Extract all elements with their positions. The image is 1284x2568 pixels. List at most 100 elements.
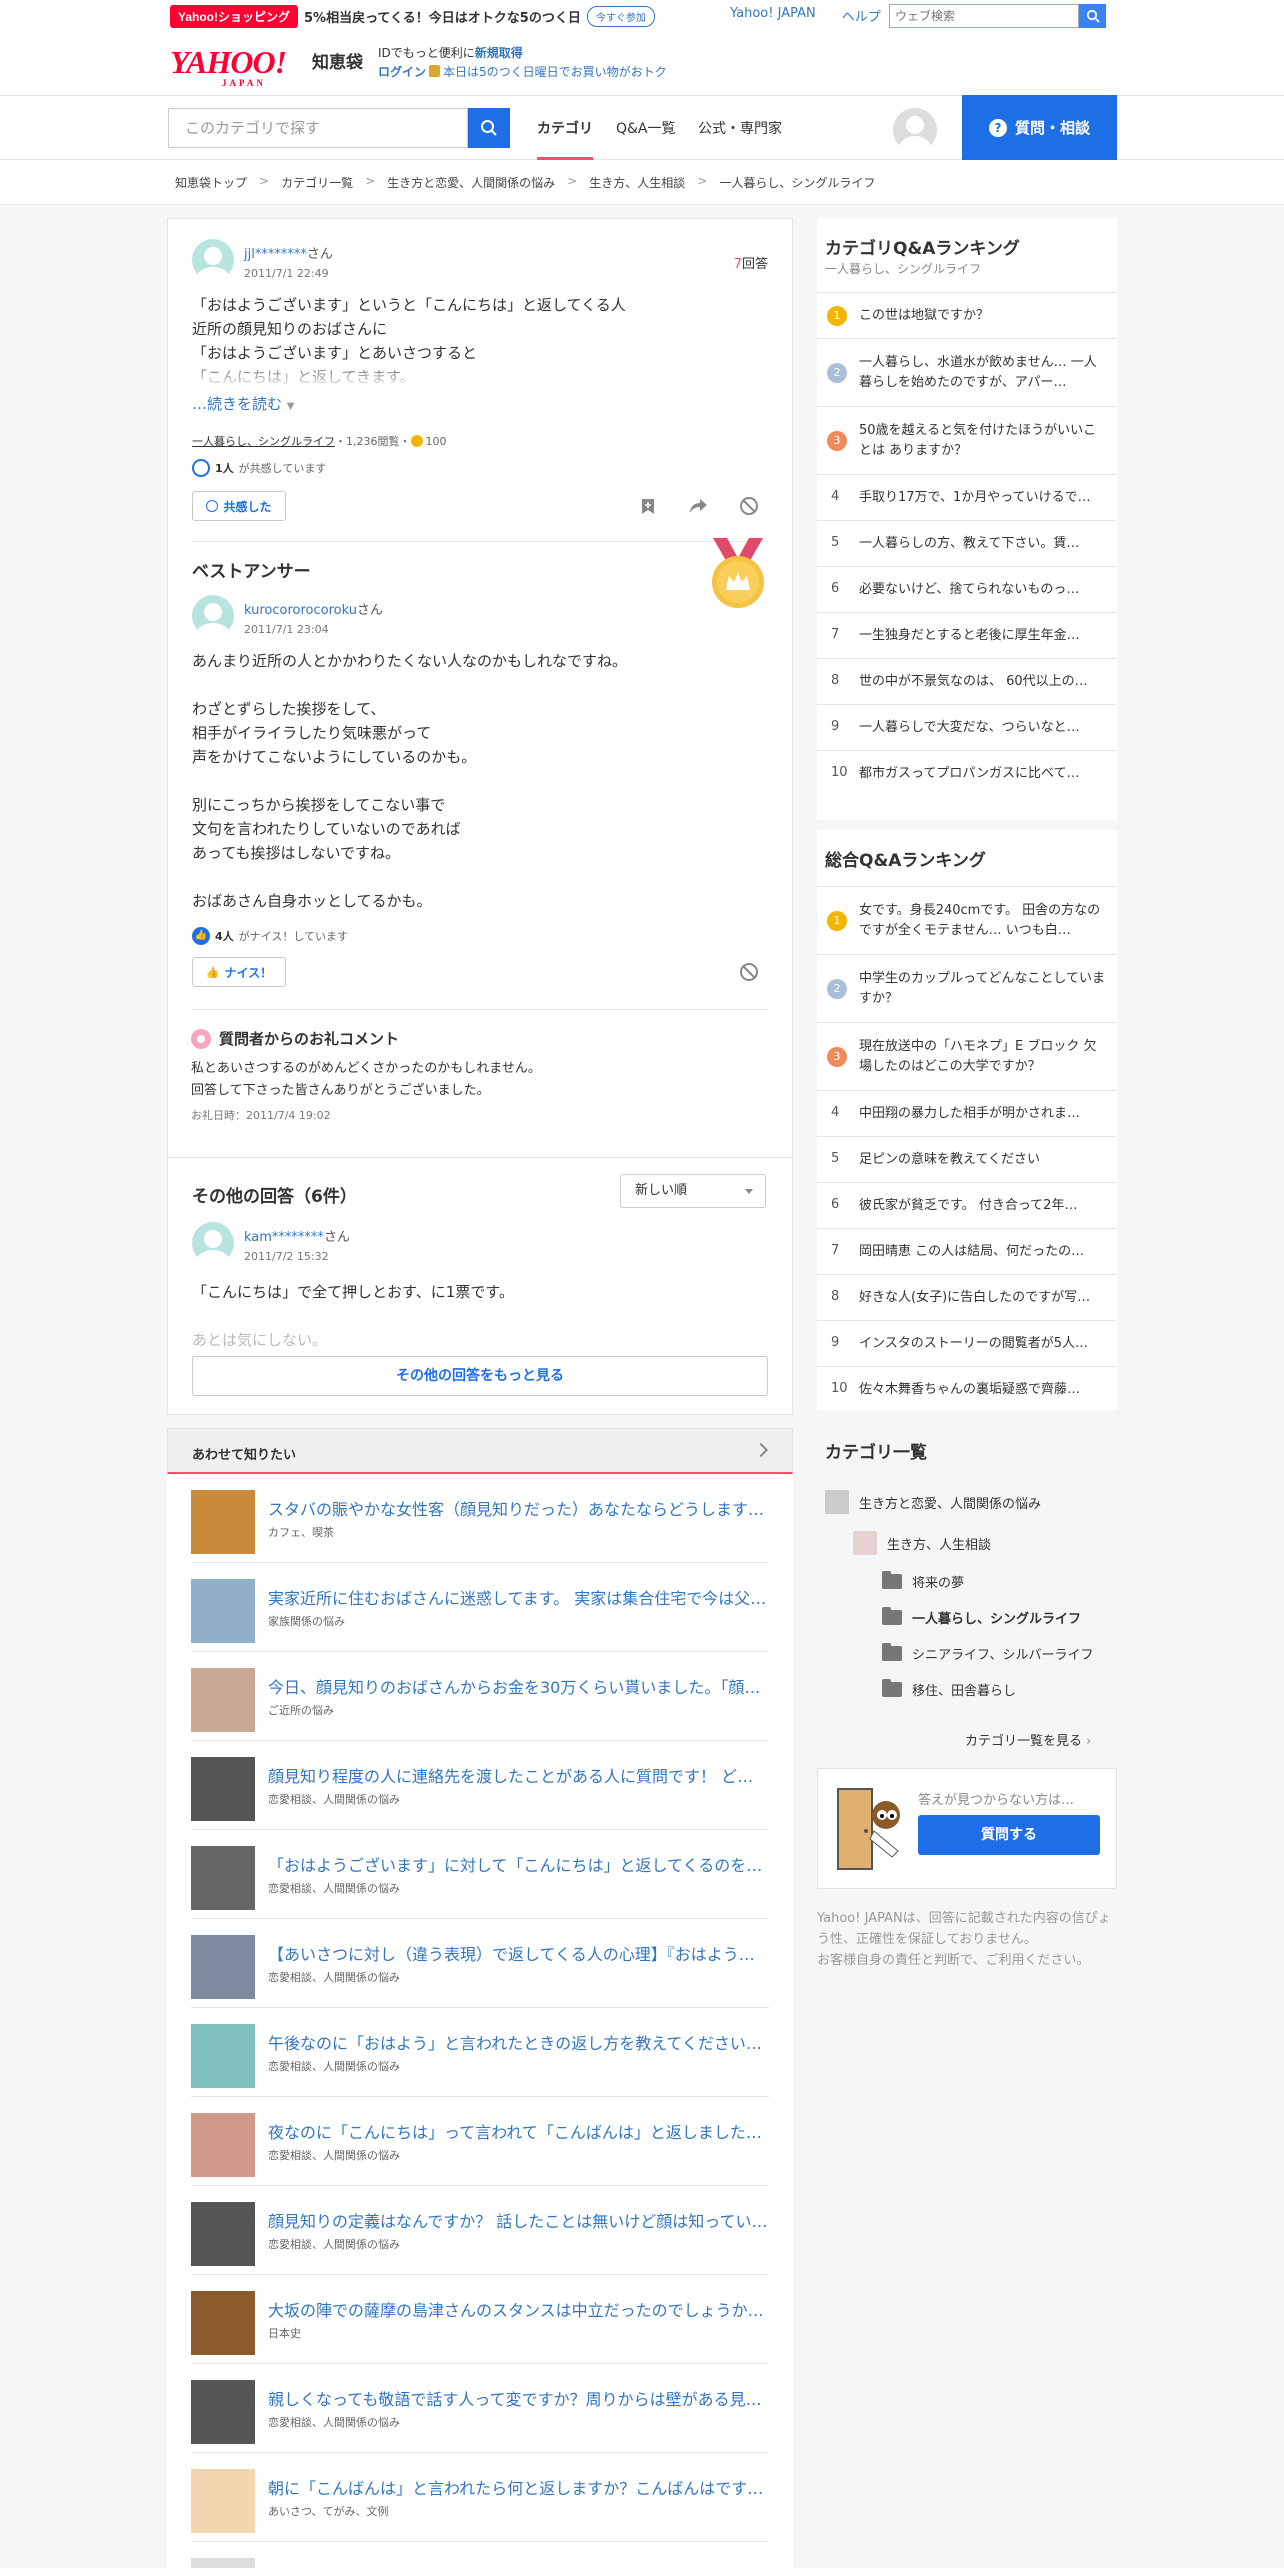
related-thumb[interactable]: [191, 1668, 255, 1732]
ranking-title[interactable]: 現在放送中の「ハモネプ」E ブロック 欠場したのはどこの大学ですか？: [859, 1037, 1109, 1077]
asker-avatar[interactable]: [192, 239, 234, 281]
yahoo-logo[interactable]: YAHOO! JAPAN: [170, 44, 287, 88]
related-thumb[interactable]: [191, 2380, 255, 2444]
related-title[interactable]: 実家近所に住むおばさんに迷惑してます。 実家は集合住宅で今は父…: [268, 1585, 768, 1609]
category-level2[interactable]: 生き方、人生相談: [853, 1531, 991, 1555]
category-item[interactable]: シニアライフ、シルバーライフ: [882, 1643, 1093, 1663]
ranking-title[interactable]: 好きな人(女子)に告白したのですが写…: [859, 1288, 1109, 1308]
ranking-item[interactable]: 3 50歳を越えると気を付けたほうがいいことは ありますか？: [817, 406, 1117, 474]
related-item[interactable]: 朝に「こんばんは」と言われたら何と返しますか？こんばんはです… あいさつ、てがみ、…: [167, 2453, 793, 2542]
ranking-item[interactable]: 8 好きな人(女子)に告白したのですが写…: [817, 1274, 1117, 1320]
breadcrumb-item[interactable]: 生き方と恋愛、人間関係の悩み: [387, 174, 555, 191]
nice-button[interactable]: 👍 ナイス！: [192, 957, 286, 987]
related-heading[interactable]: あわせて知りたい: [167, 1428, 793, 1474]
category-search-input[interactable]: このカテゴリで探す: [168, 108, 468, 148]
related-thumb[interactable]: [191, 1935, 255, 1999]
related-item[interactable]: 顔見知り程度の人に連絡先を渡したことがある人に質問です！ どう… 恋愛相談、人間関…: [167, 1741, 793, 1830]
answerer-name[interactable]: kurocororocorokuさん: [244, 599, 383, 618]
category-search-button[interactable]: [468, 108, 510, 148]
answerer-avatar[interactable]: [192, 595, 234, 637]
related-item[interactable]: 大坂の陣での薩摩の島津さんのスタンスは中立だったのでしょうか… 日本史: [167, 2275, 793, 2364]
sort-select[interactable]: 新しい順: [620, 1174, 766, 1208]
related-thumb[interactable]: [191, 1490, 255, 1554]
ranking-item[interactable]: 6 必要ないけど、捨てられないものっ…: [817, 566, 1117, 612]
empathy-button[interactable]: 共感した: [192, 491, 286, 521]
related-title[interactable]: 親しくなっても敬語で話す人って変ですか？周りからは壁がある見…: [268, 2386, 768, 2410]
ranking-item[interactable]: 9 インスタのストーリーの閲覧者が5人…: [817, 1320, 1117, 1366]
ranking-title[interactable]: 一人暮らしの方、教えて下さい。賃…: [859, 534, 1109, 554]
related-thumb[interactable]: [191, 1846, 255, 1910]
promo-text[interactable]: 5%相当戻ってくる！今日はオトクな5のつく日: [304, 7, 581, 26]
related-item[interactable]: 午後なのに「おはよう」と言われたときの返し方を教えてください… 恋愛相談、人間関係…: [167, 2008, 793, 2097]
ranking-item[interactable]: 6 彼氏家が貧乏です。 付き合って2年…: [817, 1182, 1117, 1228]
ranking-title[interactable]: 50歳を越えると気を付けたほうがいいことは ありますか？: [859, 421, 1109, 461]
category-item[interactable]: 将来の夢: [882, 1571, 964, 1591]
related-title[interactable]: 夜なのに「こんにちは」って言われて「こんばんは」と返しました…: [268, 2119, 768, 2143]
read-more-link[interactable]: …続きを読む ▼: [192, 393, 295, 414]
related-thumb[interactable]: [191, 2113, 255, 2177]
related-title[interactable]: 顔見知り程度の人に連絡先を渡したことがある人に質問です！ どう…: [268, 1763, 768, 1787]
answerer-avatar[interactable]: [192, 1222, 234, 1264]
related-title[interactable]: 朝に「こんばんは」と言われたら何と返しますか？こんばんはです…: [268, 2475, 768, 2499]
related-thumb[interactable]: [191, 2202, 255, 2266]
related-title[interactable]: 今日、顔見知りのおばさんからお金を30万くらい貰いました。「顔…: [268, 1674, 768, 1698]
tab-official-experts[interactable]: 公式・専門家: [698, 118, 782, 138]
ranking-title[interactable]: 都市ガスってプロパンガスに比べて…: [859, 764, 1109, 784]
breadcrumb-item[interactable]: 生き方、人生相談: [589, 174, 685, 191]
related-thumb[interactable]: [191, 2291, 255, 2355]
related-item[interactable]: 顔見知りの定義はなんですか？ 話したことは無いけど顔は知ってい… 恋愛相談、人間関…: [167, 2186, 793, 2275]
ranking-title[interactable]: 足ピンの意味を教えてください: [859, 1150, 1109, 1170]
ranking-title[interactable]: 岡田晴恵 この人は結局、何だったの…: [859, 1242, 1109, 1262]
category-item[interactable]: 移住、田舎暮らし: [882, 1679, 1016, 1699]
ranking-title[interactable]: インスタのストーリーの閲覧者が5人…: [859, 1334, 1109, 1354]
report-icon[interactable]: [738, 961, 760, 983]
answerer-name[interactable]: kam********さん: [244, 1226, 350, 1245]
ranking-item[interactable]: 4 中田翔の暴力した相手が明かされま…: [817, 1090, 1117, 1136]
category-list-more-link[interactable]: カテゴリ一覧を見る ›: [965, 1730, 1091, 1749]
related-item[interactable]: 「おはようございます」に対して「こんにちは」と返してくるのを… 恋愛相談、人間関係…: [167, 1830, 793, 1919]
ranking-title[interactable]: 必要ないけど、捨てられないものっ…: [859, 580, 1109, 600]
ranking-item[interactable]: 2 中学生のカップルってどんなことしていますか？: [817, 954, 1117, 1022]
breadcrumb-item[interactable]: カテゴリ一覧: [281, 174, 353, 191]
shopping-logo[interactable]: Yahoo!ショッピング: [170, 4, 299, 28]
related-item[interactable]: 【あいさつに対し（違う表現）で返してくる人の心理】『おはよう… 恋愛相談、人間関係…: [167, 1919, 793, 2008]
category-item-current[interactable]: 一人暮らし、シングルライフ: [882, 1607, 1081, 1627]
promo-banner[interactable]: Yahoo!ショッピング 5%相当戻ってくる！今日はオトクな5のつく日 今すぐ参…: [170, 4, 655, 28]
tab-category[interactable]: カテゴリ: [537, 118, 593, 160]
ranking-title[interactable]: この世は地獄ですか？: [859, 306, 1109, 326]
ranking-title[interactable]: 一人暮らし、水道水が飲めません… 一人暮らしを始めたのですが、アパー…: [859, 353, 1109, 393]
register-link[interactable]: 新規取得: [475, 46, 523, 60]
user-avatar[interactable]: [893, 108, 937, 152]
asker-name[interactable]: jjl********さん: [244, 243, 333, 262]
related-title[interactable]: 顔見知りの定義はなんですか？ 話したことは無いけど顔は知ってい…: [268, 2208, 768, 2232]
ranking-item[interactable]: 7 一生独身だとすると老後に厚生年金…: [817, 612, 1117, 658]
chiebukuro-logo[interactable]: 知恵袋: [312, 48, 363, 73]
ranking-item[interactable]: 8 世の中が不景気なのは、 60代以上の…: [817, 658, 1117, 704]
ask-question-button[interactable]: ? 質問・相談: [962, 95, 1117, 160]
ranking-title[interactable]: 女です。身長240cmです。 田舎の方なのですが全くモテません… いつも白…: [859, 901, 1109, 941]
ranking-item[interactable]: 4 手取り17万で、1か月やっていけるで…: [817, 474, 1117, 520]
promo-join-button[interactable]: 今すぐ参加: [586, 5, 655, 27]
report-icon[interactable]: [738, 495, 760, 517]
related-item[interactable]: スタバの賑やかな女性客（顔見知りだった）あなたならどうします… カフェ、喫茶: [167, 1474, 793, 1563]
more-answers-button[interactable]: その他の回答をもっと見る: [192, 1356, 768, 1396]
breadcrumb-item[interactable]: 知恵袋トップ: [175, 174, 247, 191]
related-thumb[interactable]: [191, 1757, 255, 1821]
category-level1[interactable]: 生き方と恋愛、人間関係の悩み: [825, 1490, 1041, 1514]
related-title[interactable]: 大坂の陣での薩摩の島津さんのスタンスは中立だったのでしょうか…: [268, 2297, 768, 2321]
breadcrumb-item[interactable]: 一人暮らし、シングルライフ: [719, 174, 875, 191]
web-search-input[interactable]: [889, 4, 1079, 28]
ranking-title[interactable]: 手取り17万で、1か月やっていけるで…: [859, 488, 1109, 508]
share-icon[interactable]: [687, 495, 709, 517]
ask-button[interactable]: 質問する: [918, 1815, 1100, 1855]
ranking-title[interactable]: 中学生のカップルってどんなことしていますか？: [859, 969, 1109, 1009]
related-thumb[interactable]: [191, 2469, 255, 2533]
tab-qa-list[interactable]: Q&A一覧: [616, 118, 676, 138]
ranking-item[interactable]: 10 佐々木舞香ちゃんの裏垢疑惑で齊藤…: [817, 1366, 1117, 1412]
ranking-item[interactable]: 5 足ピンの意味を教えてください: [817, 1136, 1117, 1182]
ranking-item[interactable]: 7 岡田晴恵 この人は結局、何だったの…: [817, 1228, 1117, 1274]
ranking-title[interactable]: 佐々木舞香ちゃんの裏垢疑惑で齊藤…: [859, 1380, 1109, 1400]
ranking-title[interactable]: 一人暮らしで大変だな、つらいなと…: [859, 718, 1109, 738]
related-item[interactable]: [167, 2542, 793, 2568]
yahoo-japan-link[interactable]: Yahoo! JAPAN: [730, 6, 816, 25]
